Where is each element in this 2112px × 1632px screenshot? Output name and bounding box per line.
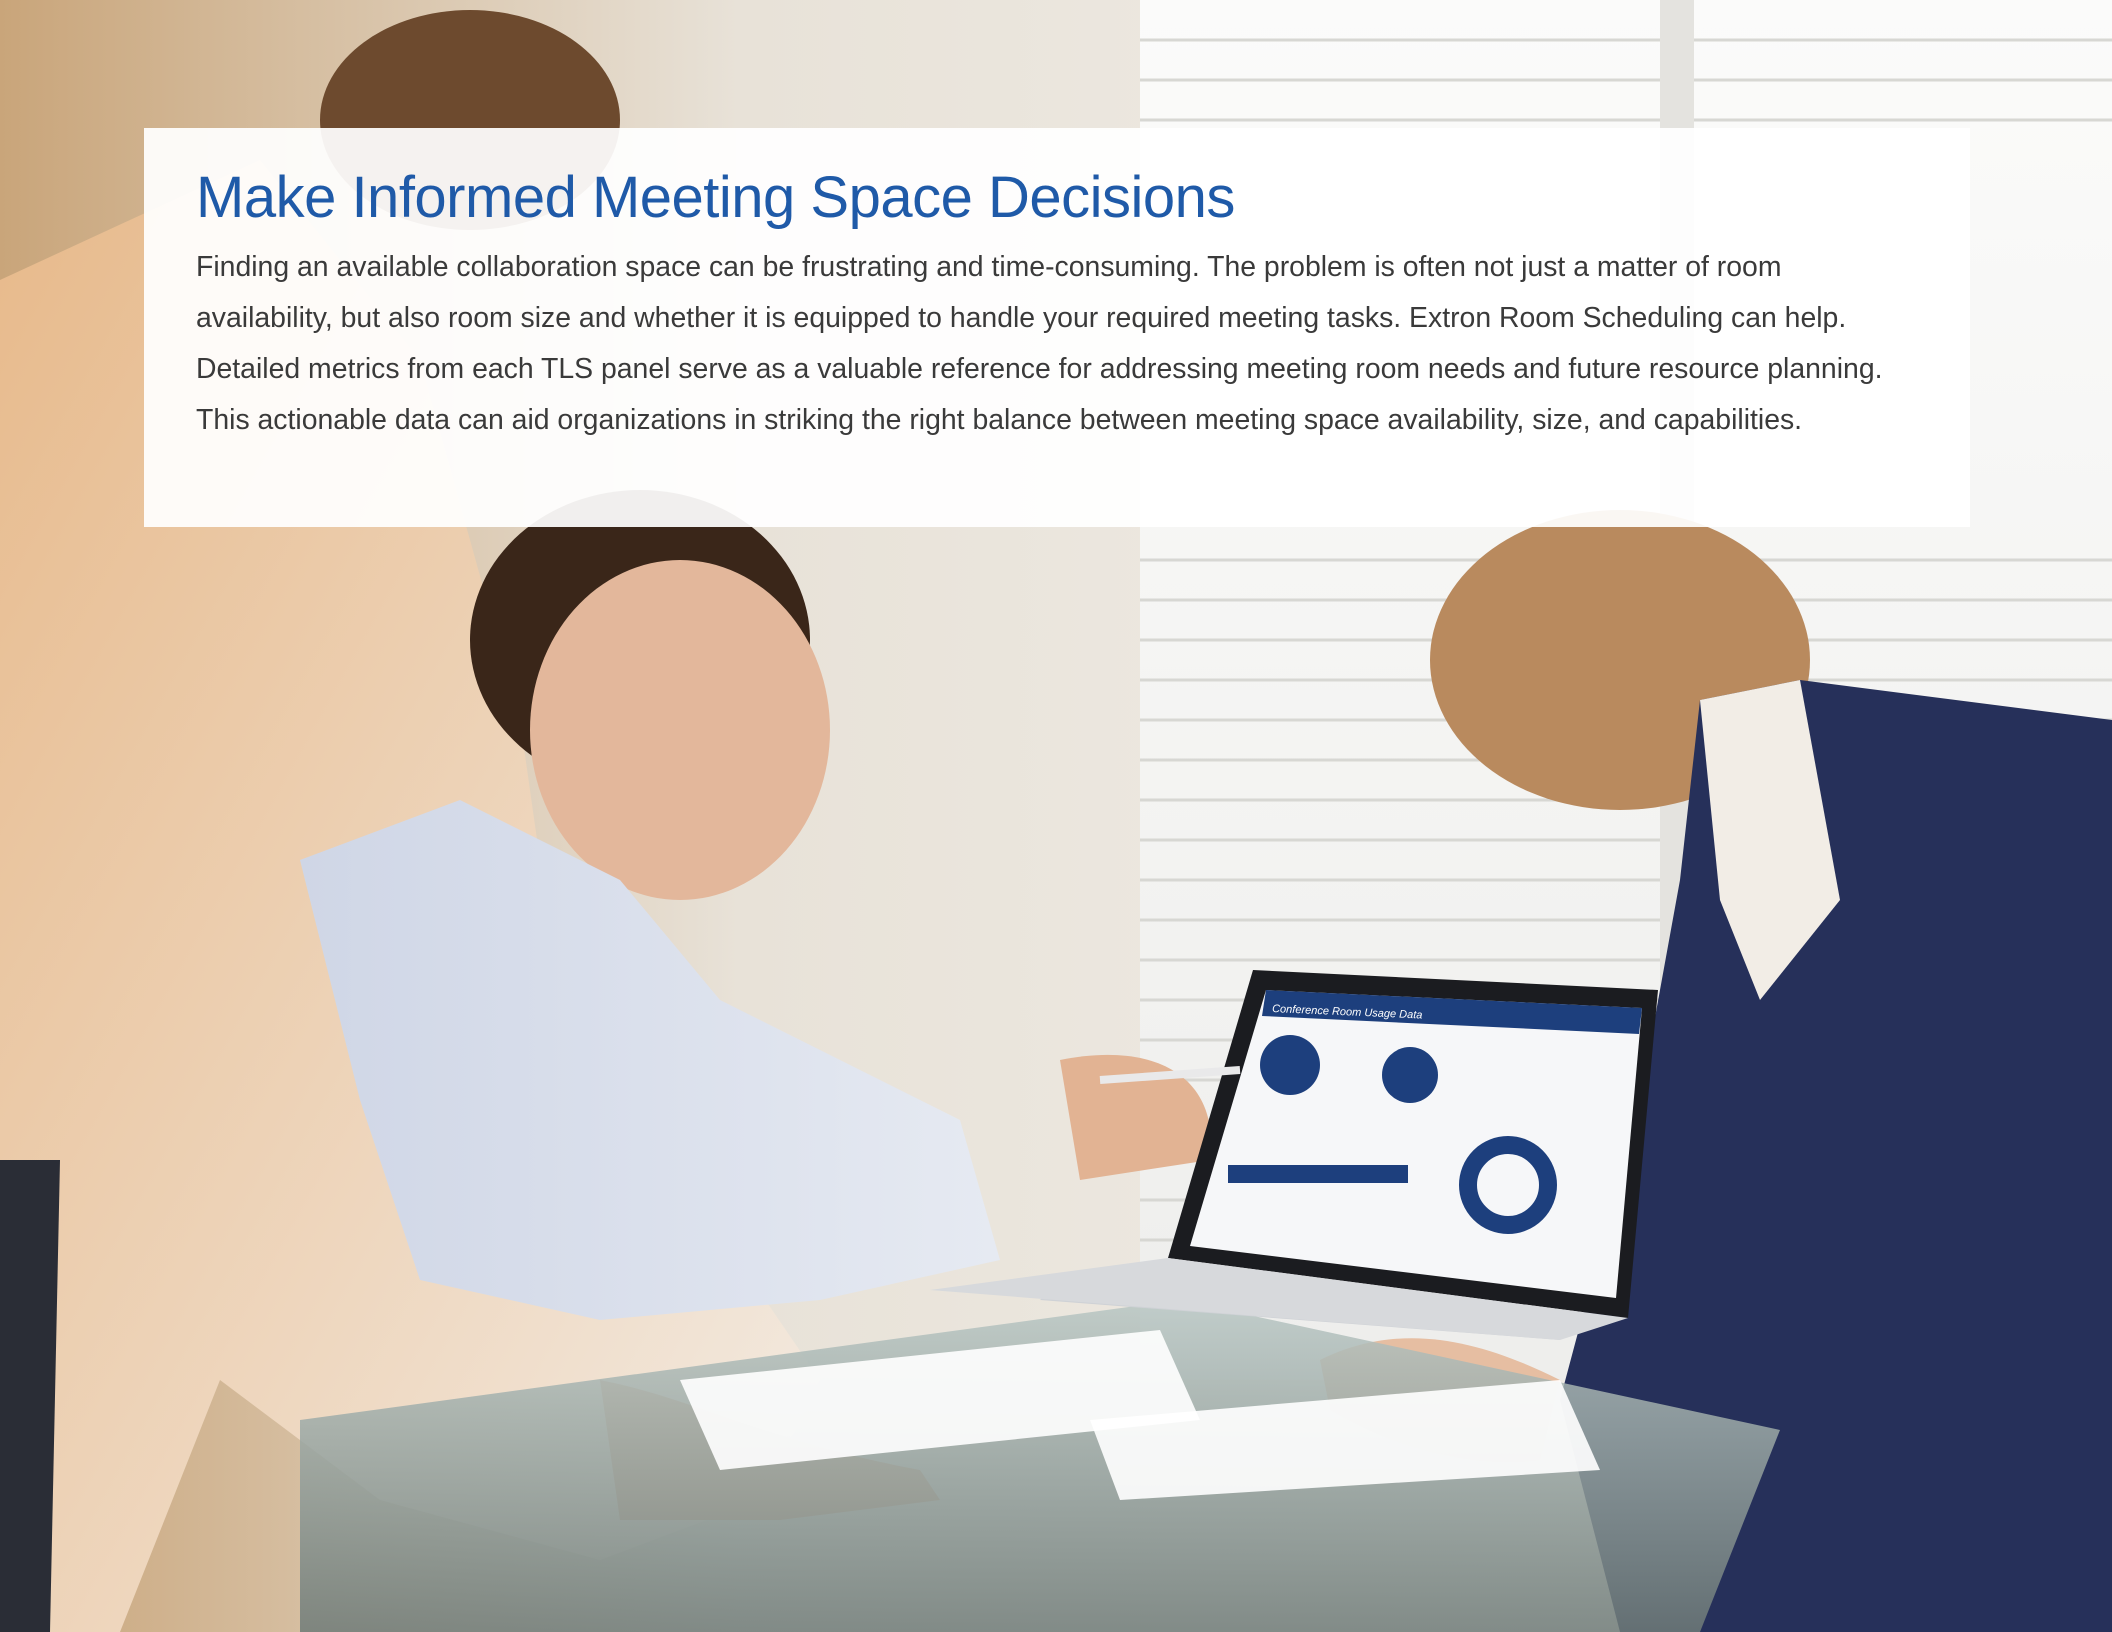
intro-text-panel: Make Informed Meeting Space Decisions Fi… [144, 128, 1970, 527]
intro-paragraph: Finding an available collaboration space… [196, 251, 1883, 436]
dashboard-pie-chart-1 [1260, 1035, 1320, 1095]
page-title: Make Informed Meeting Space Decisions [196, 165, 1235, 230]
dashboard-pie-chart-2 [1382, 1047, 1438, 1103]
dashboard-bar [1228, 1165, 1408, 1183]
